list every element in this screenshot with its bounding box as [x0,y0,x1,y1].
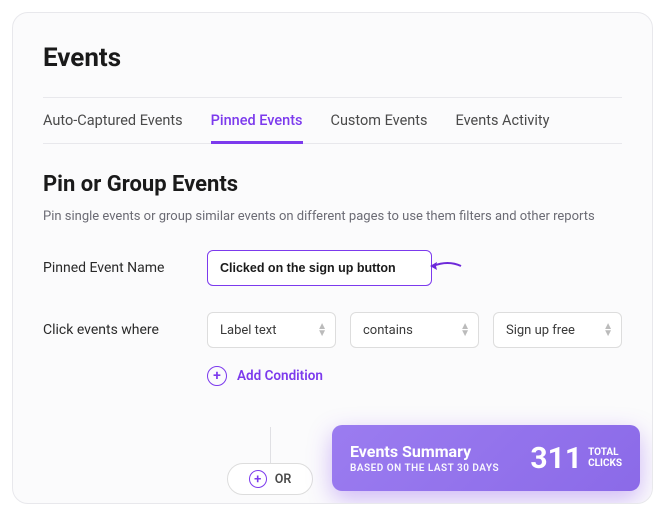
summary-subtitle: BASED ON THE LAST 30 DAYS [350,463,499,474]
summary-title: Events Summary [350,442,499,461]
pinned-name-row: Pinned Event Name [43,250,622,286]
add-condition-button[interactable]: + Add Condition [207,366,622,386]
events-summary-banner: Events Summary BASED ON THE LAST 30 DAYS… [332,425,640,491]
summary-count: 311 [530,441,582,476]
value-select[interactable]: Sign up free ▲▼ [493,312,622,348]
pinned-name-label: Pinned Event Name [43,260,183,276]
value-text: Sign up free [506,323,575,338]
tab-custom-events[interactable]: Custom Events [331,112,428,143]
chevron-updown-icon: ▲▼ [317,323,327,337]
events-panel: Events Auto-Captured Events Pinned Event… [12,12,653,504]
pinned-name-input[interactable] [207,250,432,286]
condition-row: Click events where Label text ▲▼ contain… [43,312,622,348]
connector-line [270,427,271,463]
or-button[interactable]: + OR [227,463,313,495]
plus-icon: + [207,366,227,386]
tab-auto-captured[interactable]: Auto-Captured Events [43,112,183,143]
section-description: Pin single events or group similar event… [43,209,622,224]
tab-events-activity[interactable]: Events Activity [456,112,550,143]
pointer-arrow-icon [428,257,462,279]
summary-unit: TOTAL CLICKS [588,447,622,469]
plus-icon: + [249,470,267,488]
page-title: Events [43,43,622,73]
or-label: OR [275,472,292,487]
chevron-updown-icon: ▲▼ [460,323,470,337]
attribute-value: Label text [220,323,277,338]
section-title: Pin or Group Events [43,172,622,197]
attribute-select[interactable]: Label text ▲▼ [207,312,336,348]
where-label: Click events where [43,322,183,338]
operator-value: contains [363,323,413,338]
tab-pinned-events[interactable]: Pinned Events [211,112,303,143]
add-condition-label: Add Condition [237,368,323,384]
tabs: Auto-Captured Events Pinned Events Custo… [43,97,622,144]
chevron-updown-icon: ▲▼ [603,323,613,337]
operator-select[interactable]: contains ▲▼ [350,312,479,348]
